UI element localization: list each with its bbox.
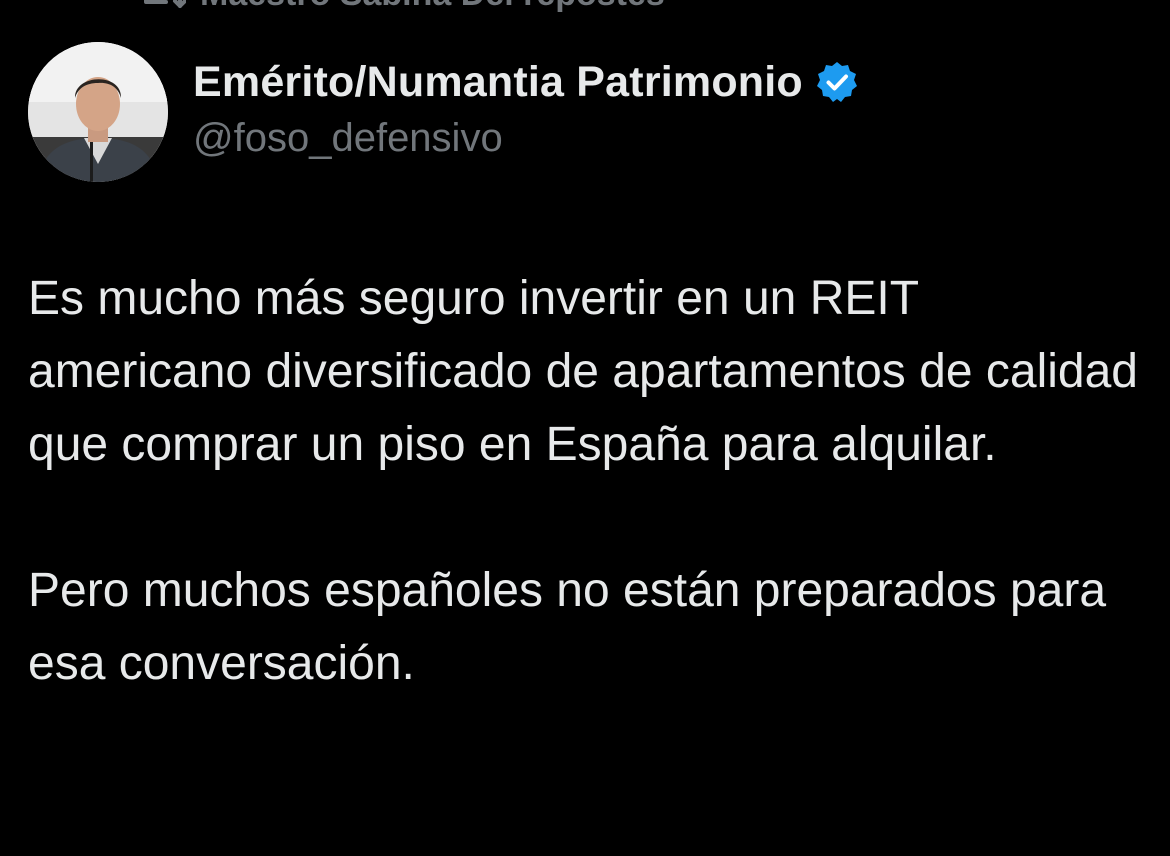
- tweet-paragraph: Pero muchos españoles no están preparado…: [28, 564, 1107, 690]
- repost-icon: [144, 0, 186, 8]
- repost-label: Maestro Sabina Del repostes: [200, 0, 665, 14]
- display-name[interactable]: Emérito/Numantia Patrimonio: [193, 58, 803, 107]
- tweet-header: Emérito/Numantia Patrimonio @foso_defens…: [193, 52, 859, 161]
- name-row: Emérito/Numantia Patrimonio: [193, 52, 859, 112]
- avatar[interactable]: [28, 42, 168, 182]
- user-handle[interactable]: @foso_defensivo: [193, 116, 859, 161]
- verified-badge-icon[interactable]: [815, 60, 859, 104]
- tweet-paragraph: Es mucho más seguro invertir en un REIT …: [28, 272, 1138, 471]
- avatar-photo: [28, 42, 168, 182]
- repost-context[interactable]: Maestro Sabina Del repostes: [140, 0, 665, 14]
- tweet-text: Es mucho más seguro invertir en un REIT …: [28, 262, 1138, 700]
